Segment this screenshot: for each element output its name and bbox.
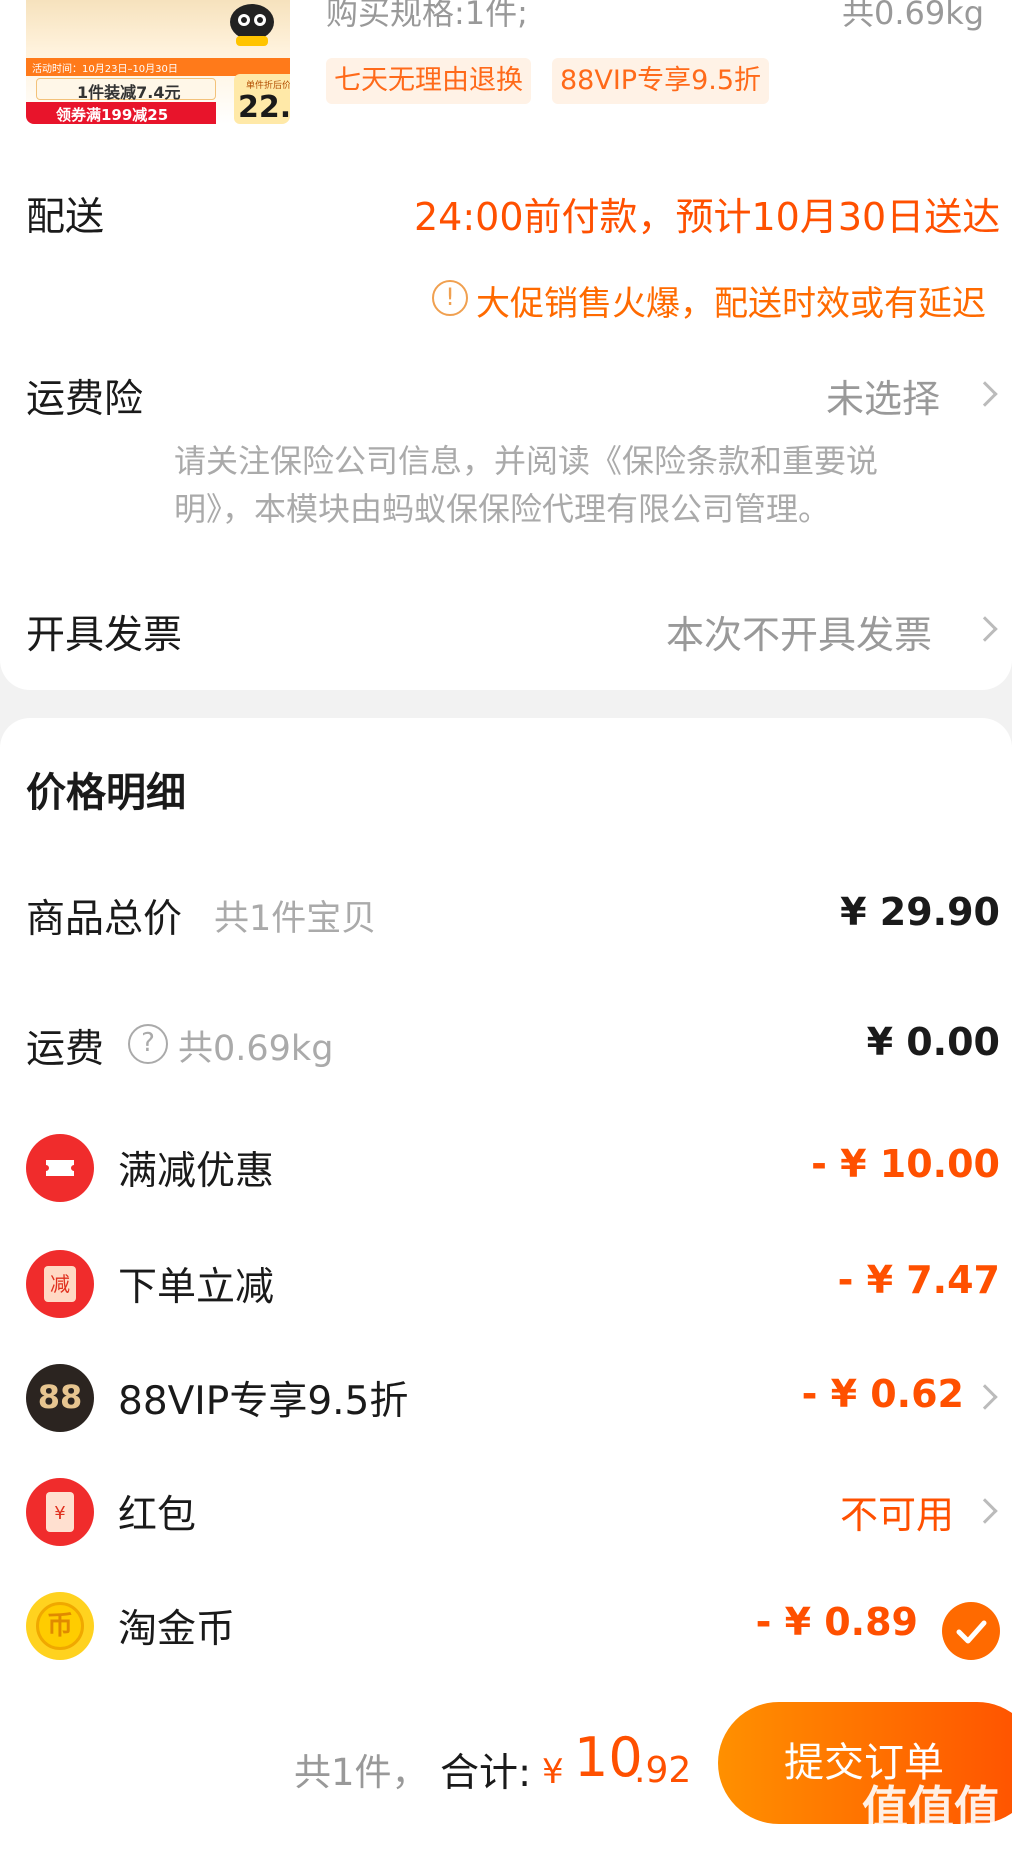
chevron-right-icon[interactable] — [972, 1384, 998, 1410]
vip88-icon-text: 88 — [37, 1378, 83, 1416]
jian-icon: 减 — [26, 1250, 94, 1318]
price-detail-card: 价格明细 商品总价 共1件宝贝 ¥ 29.90 运费 ? 共0.69kg ¥ 0… — [0, 718, 1012, 1680]
product-spec: 购买规格:1件; — [326, 0, 528, 32]
red-packet-label: 红包 — [118, 1493, 197, 1538]
order-info-card: 活动时间：10月23日–10月30日 1件装减7.4元 领券满199减25 单件… — [0, 0, 1012, 690]
tag-88vip-discount: 88VIP专享9.5折 — [552, 58, 770, 104]
discount-amount: - ¥ 10.00 — [811, 1142, 1000, 1186]
insurance-label: 运费险 — [26, 377, 144, 422]
chevron-right-icon[interactable] — [972, 381, 998, 407]
insurance-desc-line2: 明》，本模块由蚂蚁保保险代理有限公司管理。 — [174, 490, 831, 528]
red-envelope-icon-text: ¥ — [46, 1492, 74, 1532]
product-weight: 共0.69kg — [842, 0, 985, 32]
taojinbi-label: 淘金币 — [118, 1607, 236, 1652]
total-count: 共1件， — [294, 1751, 429, 1794]
taojinbi-icon-text: 币 — [36, 1602, 84, 1650]
checkmark-icon[interactable] — [942, 1602, 1000, 1660]
thumb-activity-text: 活动时间：10月23日–10月30日 — [32, 64, 178, 75]
alert-circle-icon: ! — [432, 280, 468, 316]
invoice-value[interactable]: 本次不开具发票 — [666, 604, 932, 659]
insurance-desc-line1: 请关注保险公司信息，并阅读《保险条款和重要说 — [174, 442, 879, 480]
thumb-offer-text: 1件装减7.4元 — [77, 83, 181, 102]
goods-total-label: 商品总价 — [26, 897, 183, 942]
invoice-label: 开具发票 — [26, 613, 183, 658]
total-integer: 10 — [574, 1726, 643, 1789]
jian-icon-text: 减 — [44, 1266, 76, 1302]
thumb-coupon-text: 领券满199减25 — [56, 106, 169, 124]
shipping-amount: ¥ 0.00 — [866, 1020, 1000, 1064]
chevron-right-icon[interactable] — [972, 616, 998, 642]
taojinbi-icon: 币 — [26, 1592, 94, 1660]
shipping-weight: 共0.69kg — [178, 1029, 334, 1069]
goods-total-amount: ¥ 29.90 — [840, 890, 1000, 934]
watermark-url: zhizhizhi.com — [860, 1826, 969, 1845]
taojinbi-amount: - ¥ 0.89 — [755, 1600, 918, 1644]
vip88-icon: 88 — [26, 1364, 94, 1432]
tag-seven-day-return: 七天无理由退换 — [326, 58, 531, 104]
product-thumbnail[interactable]: 活动时间：10月23日–10月30日 1件装减7.4元 领券满199减25 单件… — [26, 0, 290, 124]
thumb-price: 22.5 — [238, 90, 290, 124]
total-label: 合计: — [440, 1751, 532, 1796]
delivery-notice: 大促销售火爆，配送时效或有延迟 — [476, 284, 986, 324]
insurance-value[interactable]: 未选择 — [826, 368, 940, 423]
vip-discount-label: 88VIP专享9.5折 — [118, 1379, 409, 1424]
ticket-icon — [26, 1134, 94, 1202]
thumb-coupon-bar: 领券满199减25 — [26, 102, 216, 124]
delivery-value: 24:00前付款，预计10月30日送达 — [414, 195, 1001, 239]
total-currency: ¥ — [542, 1752, 564, 1792]
red-packet-value[interactable]: 不可用 — [840, 1484, 954, 1539]
goods-count: 共1件宝贝 — [214, 899, 377, 939]
price-detail-title: 价格明细 — [26, 770, 186, 816]
thumb-price-box: 单件折后价 22.5 — [234, 74, 290, 124]
help-circle-icon[interactable]: ? — [128, 1024, 168, 1064]
red-envelope-icon: ¥ — [26, 1478, 94, 1546]
thumb-offer-box: 1件装减7.4元 — [36, 78, 216, 102]
instant-reduction-label: 下单立减 — [118, 1265, 275, 1310]
vip-discount-amount[interactable]: - ¥ 0.62 — [802, 1372, 964, 1416]
discount-label: 满减优惠 — [118, 1149, 275, 1194]
delivery-label: 配送 — [26, 195, 105, 240]
shipping-label: 运费 — [26, 1027, 105, 1072]
chevron-right-icon[interactable] — [972, 1498, 998, 1524]
total-decimal: .92 — [634, 1750, 692, 1791]
instant-reduction-amount: - ¥ 7.47 — [837, 1258, 1000, 1302]
tmall-cat-logo-icon — [222, 0, 282, 50]
